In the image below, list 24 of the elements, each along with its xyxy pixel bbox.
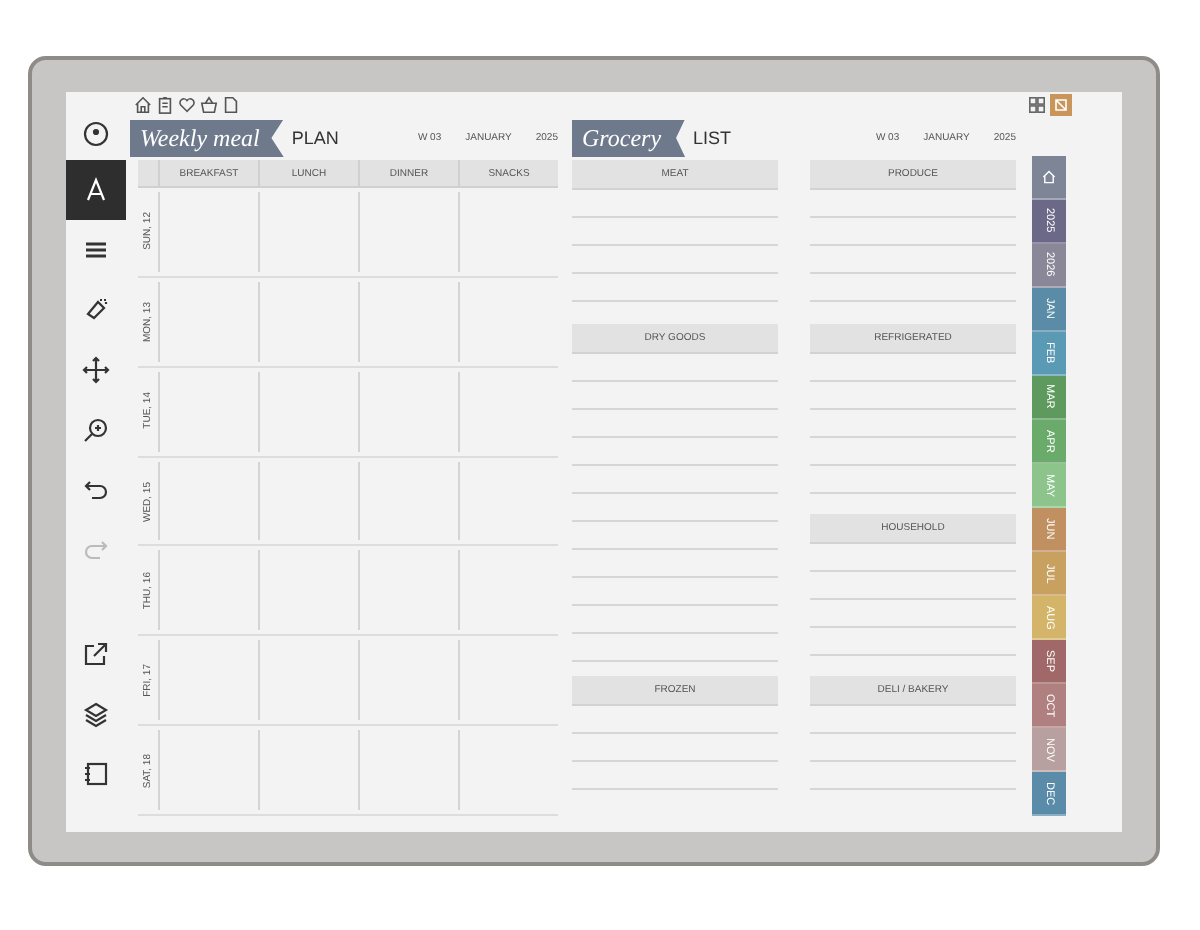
home-icon[interactable] [134,95,152,113]
home-tab[interactable] [1032,156,1066,200]
notebook-icon [82,760,110,788]
lines-icon [82,236,110,264]
title-banner: Grocery [572,119,686,157]
letter-a-icon [82,176,110,204]
circle-dot-icon [82,120,110,148]
home-icon [1042,170,1056,184]
undo-icon [82,476,110,504]
title-banner: Weekly meal [130,119,284,157]
page-title: LIST [693,128,734,148]
redo-icon [82,536,110,564]
zoom-icon [82,416,110,444]
export-icon [82,640,110,668]
grid-icon[interactable] [1028,95,1046,113]
page-icon[interactable] [222,95,240,113]
layers-icon [82,700,110,728]
text-tool[interactable] [66,160,126,220]
basket-icon[interactable] [200,95,218,113]
move-icon [82,356,110,384]
heart-icon[interactable] [178,95,196,113]
page-title: PLAN [291,128,341,148]
clipboard-icon[interactable] [156,95,174,113]
eraser-icon [82,296,110,324]
